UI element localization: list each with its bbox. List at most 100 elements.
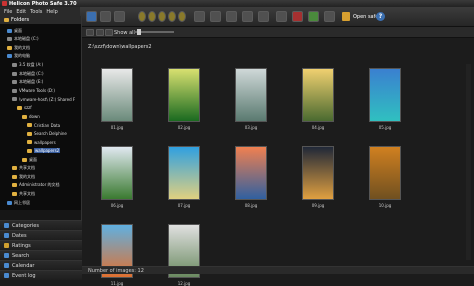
star-icon[interactable] [158, 11, 166, 22]
thumbnail[interactable]: 09.jpg [301, 146, 335, 208]
tree-node-label: 我的文档 [19, 173, 35, 179]
thumbnail-view-icon[interactable] [86, 11, 97, 22]
star-icon[interactable] [148, 11, 156, 22]
eye-icon[interactable] [105, 29, 113, 36]
tag-icon[interactable] [194, 11, 205, 22]
thumbnail[interactable]: 08.jpg [234, 146, 268, 208]
tree-node[interactable]: \vmware-host\ (Z:) Shared F [12, 96, 75, 103]
thumbnail-image[interactable] [101, 146, 133, 200]
star-icon[interactable] [138, 11, 146, 22]
tree-node-label: Cristian Data [34, 122, 61, 128]
thumbnail[interactable]: 05.jpg [368, 68, 402, 130]
menu-file[interactable]: File [4, 9, 12, 15]
thumbnail-image[interactable] [369, 146, 401, 200]
tree-node[interactable]: 共享文档 [12, 190, 35, 197]
thumbnail-image[interactable] [302, 146, 334, 200]
tree-node[interactable]: Search Delphine [27, 130, 67, 137]
tree-node[interactable]: 我的文档 [12, 173, 35, 180]
thumbnail[interactable]: 11.jpg [100, 224, 134, 286]
folder-icon [27, 140, 32, 145]
panel-event-log[interactable]: Event log [0, 270, 82, 280]
tree-node[interactable]: Cristian Data [27, 122, 60, 129]
image-icon[interactable] [210, 11, 221, 22]
tree-node[interactable]: 本地磁盘 (E:) [12, 79, 43, 86]
list-view-icon[interactable] [100, 11, 111, 22]
zoom-slider[interactable] [134, 29, 174, 35]
thumbnail-caption: 11.jpg [110, 281, 124, 286]
toolbar: Open safe ? [80, 7, 474, 27]
tree-node[interactable]: szzf [17, 104, 32, 111]
folders-header[interactable]: Folders [0, 16, 81, 24]
panel-search[interactable]: Search [0, 250, 82, 260]
thumbnail[interactable]: 02.jpg [167, 68, 201, 130]
thumbnail-image[interactable] [168, 68, 200, 122]
tree-node[interactable]: wallpapers2 [27, 147, 61, 154]
star-icon[interactable] [178, 11, 186, 22]
thumbnail-image[interactable] [168, 146, 200, 200]
thumbnail[interactable]: 06.jpg [100, 146, 134, 208]
star-icon[interactable] [168, 11, 176, 22]
scrollbar[interactable] [466, 64, 471, 260]
thumbnail-image[interactable] [302, 68, 334, 122]
folder-tree[interactable]: 桌面 本地磁盘 (C:) 我的文档 我的电脑 3.5 软盘 (A:) 本地磁盘 (C:) 本… [0, 24, 81, 210]
thumbnail[interactable]: 12.jpg [167, 224, 201, 286]
transfer-icon[interactable] [324, 11, 335, 22]
pin-icon[interactable] [292, 11, 303, 22]
tree-node[interactable]: VMware Tools (D:) [12, 87, 55, 94]
tree-node[interactable]: 桌面 [22, 156, 37, 163]
panel-categories[interactable]: Categories [0, 220, 82, 230]
thumbnail-image[interactable] [369, 68, 401, 122]
panel-dates[interactable]: Dates [0, 230, 82, 240]
tree-node[interactable]: 3.5 软盘 (A:) [12, 61, 43, 68]
thumbnail[interactable]: 10.jpg [368, 146, 402, 208]
arrow-left-icon[interactable] [242, 11, 253, 22]
tree-node[interactable]: 本地磁盘 (C:) [7, 36, 39, 43]
panel-label: Ratings [12, 242, 31, 249]
tree-node[interactable]: down [22, 113, 40, 120]
panel-label: Event log [12, 272, 36, 279]
panel-calendar[interactable]: Calendar [0, 260, 82, 270]
folder-icon [12, 62, 17, 67]
slider-knob[interactable] [137, 29, 141, 35]
tree-node-label: \vmware-host\ (Z:) Shared F [19, 96, 76, 102]
tree-node[interactable]: Administrator 的文档 [12, 182, 60, 189]
folder-icon [12, 97, 17, 102]
tree-node[interactable]: 共享文档 [12, 165, 35, 172]
dates-icon [4, 233, 9, 238]
map-icon[interactable] [276, 11, 287, 22]
arrow-right-icon[interactable] [258, 11, 269, 22]
folder-icon [4, 18, 9, 22]
tree-node[interactable]: wallpapers [27, 139, 56, 146]
settings-icon[interactable] [226, 11, 237, 22]
tree-node[interactable]: 我的文档 [7, 44, 30, 51]
tree-node[interactable]: 本地磁盘 (C:) [12, 70, 44, 77]
thumbnail[interactable]: 04.jpg [301, 68, 335, 130]
tree-node-label: 共享文档 [19, 190, 35, 196]
thumbnail[interactable]: 01.jpg [100, 68, 134, 130]
panel-label: Categories [12, 222, 39, 229]
thumbnail-image[interactable] [235, 146, 267, 200]
open-safe-button[interactable]: Open safe [342, 12, 378, 21]
tree-node[interactable]: 网上邻居 [7, 199, 30, 206]
tree-node[interactable]: 桌面 [7, 27, 22, 34]
panel-label: Search [12, 252, 30, 259]
send-icon[interactable] [308, 11, 319, 22]
thumbnail-image[interactable] [101, 68, 133, 122]
thumbnail-caption: 10.jpg [378, 203, 392, 208]
grid-view-icon[interactable] [86, 29, 94, 36]
thumbnail[interactable]: 07.jpg [167, 146, 201, 208]
details-view-icon[interactable] [114, 11, 125, 22]
thumbnail-image[interactable] [235, 68, 267, 122]
menu-edit[interactable]: Edit [16, 9, 26, 15]
menu-tools[interactable]: Tools [30, 9, 42, 15]
tree-node[interactable]: 我的电脑 [7, 53, 30, 60]
folder-icon [27, 148, 32, 153]
help-icon[interactable]: ? [376, 12, 385, 21]
tree-node-label: 本地磁盘 (C:) [14, 36, 39, 42]
menu-bar: File Edit Tools Help [0, 7, 80, 16]
panel-ratings[interactable]: Ratings [0, 240, 82, 250]
menu-help[interactable]: Help [46, 9, 57, 15]
brush-icon[interactable] [96, 29, 104, 36]
thumbnail-caption: 07.jpg [177, 203, 191, 208]
thumbnail[interactable]: 03.jpg [234, 68, 268, 130]
